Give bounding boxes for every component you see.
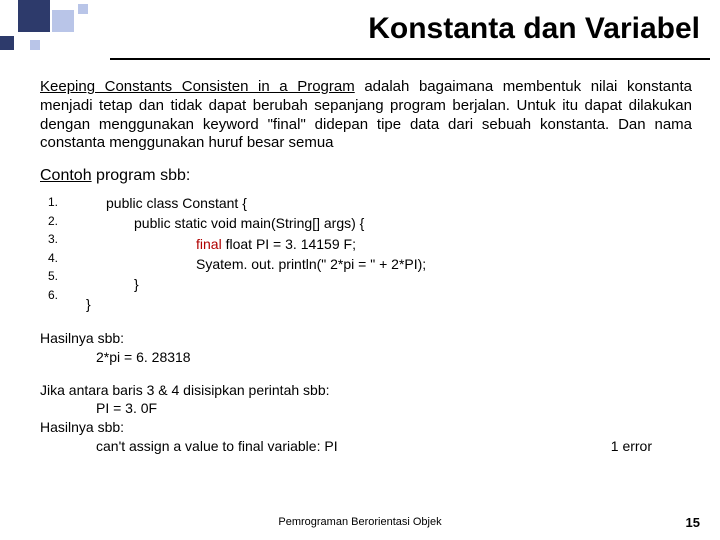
example-heading-underlined: Contoh xyxy=(40,167,92,184)
error-count: 1 error xyxy=(611,437,692,456)
example-heading: Contoh program sbb: xyxy=(40,167,692,185)
main-paragraph: Keeping Constants Consisten in a Program… xyxy=(40,78,692,153)
corner-decoration xyxy=(0,0,120,70)
if-result-label: Hasilnya sbb: xyxy=(40,418,692,437)
code-num: 1. xyxy=(48,193,58,212)
if-assign: PI = 3. 0F xyxy=(40,399,692,418)
code-num: 6. xyxy=(48,286,58,305)
result-label: Hasilnya sbb: xyxy=(40,329,692,348)
code-num: 3. xyxy=(48,230,58,249)
title-underline xyxy=(110,58,710,60)
code-num: 2. xyxy=(48,212,58,231)
code-line-numbers: 1. 2. 3. 4. 5. 6. xyxy=(48,193,58,315)
footer-text: Pemrograman Berorientasi Objek xyxy=(0,516,720,528)
keyword-final: final xyxy=(196,236,222,252)
slide-content: Keeping Constants Consisten in a Program… xyxy=(40,78,692,456)
code-num: 4. xyxy=(48,249,58,268)
code-line: public class Constant { xyxy=(86,193,426,213)
example-heading-rest: program sbb: xyxy=(92,167,191,184)
result-line: 2*pi = 6. 28318 xyxy=(40,348,692,367)
code-line: Syatem. out. println(" 2*pi = " + 2*PI); xyxy=(86,254,426,274)
code-line: public static void main(String[] args) { xyxy=(86,213,426,233)
code-lines: public class Constant { public static vo… xyxy=(86,193,426,315)
error-message: can't assign a value to final variable: … xyxy=(40,437,611,456)
page-number: 15 xyxy=(686,515,700,530)
if-intro: Jika antara baris 3 & 4 disisipkan perin… xyxy=(40,381,692,400)
code-num: 5. xyxy=(48,267,58,286)
if-block: Jika antara baris 3 & 4 disisipkan perin… xyxy=(40,381,692,457)
error-row: can't assign a value to final variable: … xyxy=(40,437,692,456)
code-line: final float PI = 3. 14159 F; xyxy=(86,234,426,254)
code-block: 1. 2. 3. 4. 5. 6. public class Constant … xyxy=(48,193,692,315)
code-line: } xyxy=(86,294,426,314)
paragraph-lead: Keeping Constants Consisten in a Program xyxy=(40,78,355,95)
result-block: Hasilnya sbb: 2*pi = 6. 28318 xyxy=(40,329,692,367)
slide-title: Konstanta dan Variabel xyxy=(368,12,700,46)
code-line: } xyxy=(86,274,426,294)
